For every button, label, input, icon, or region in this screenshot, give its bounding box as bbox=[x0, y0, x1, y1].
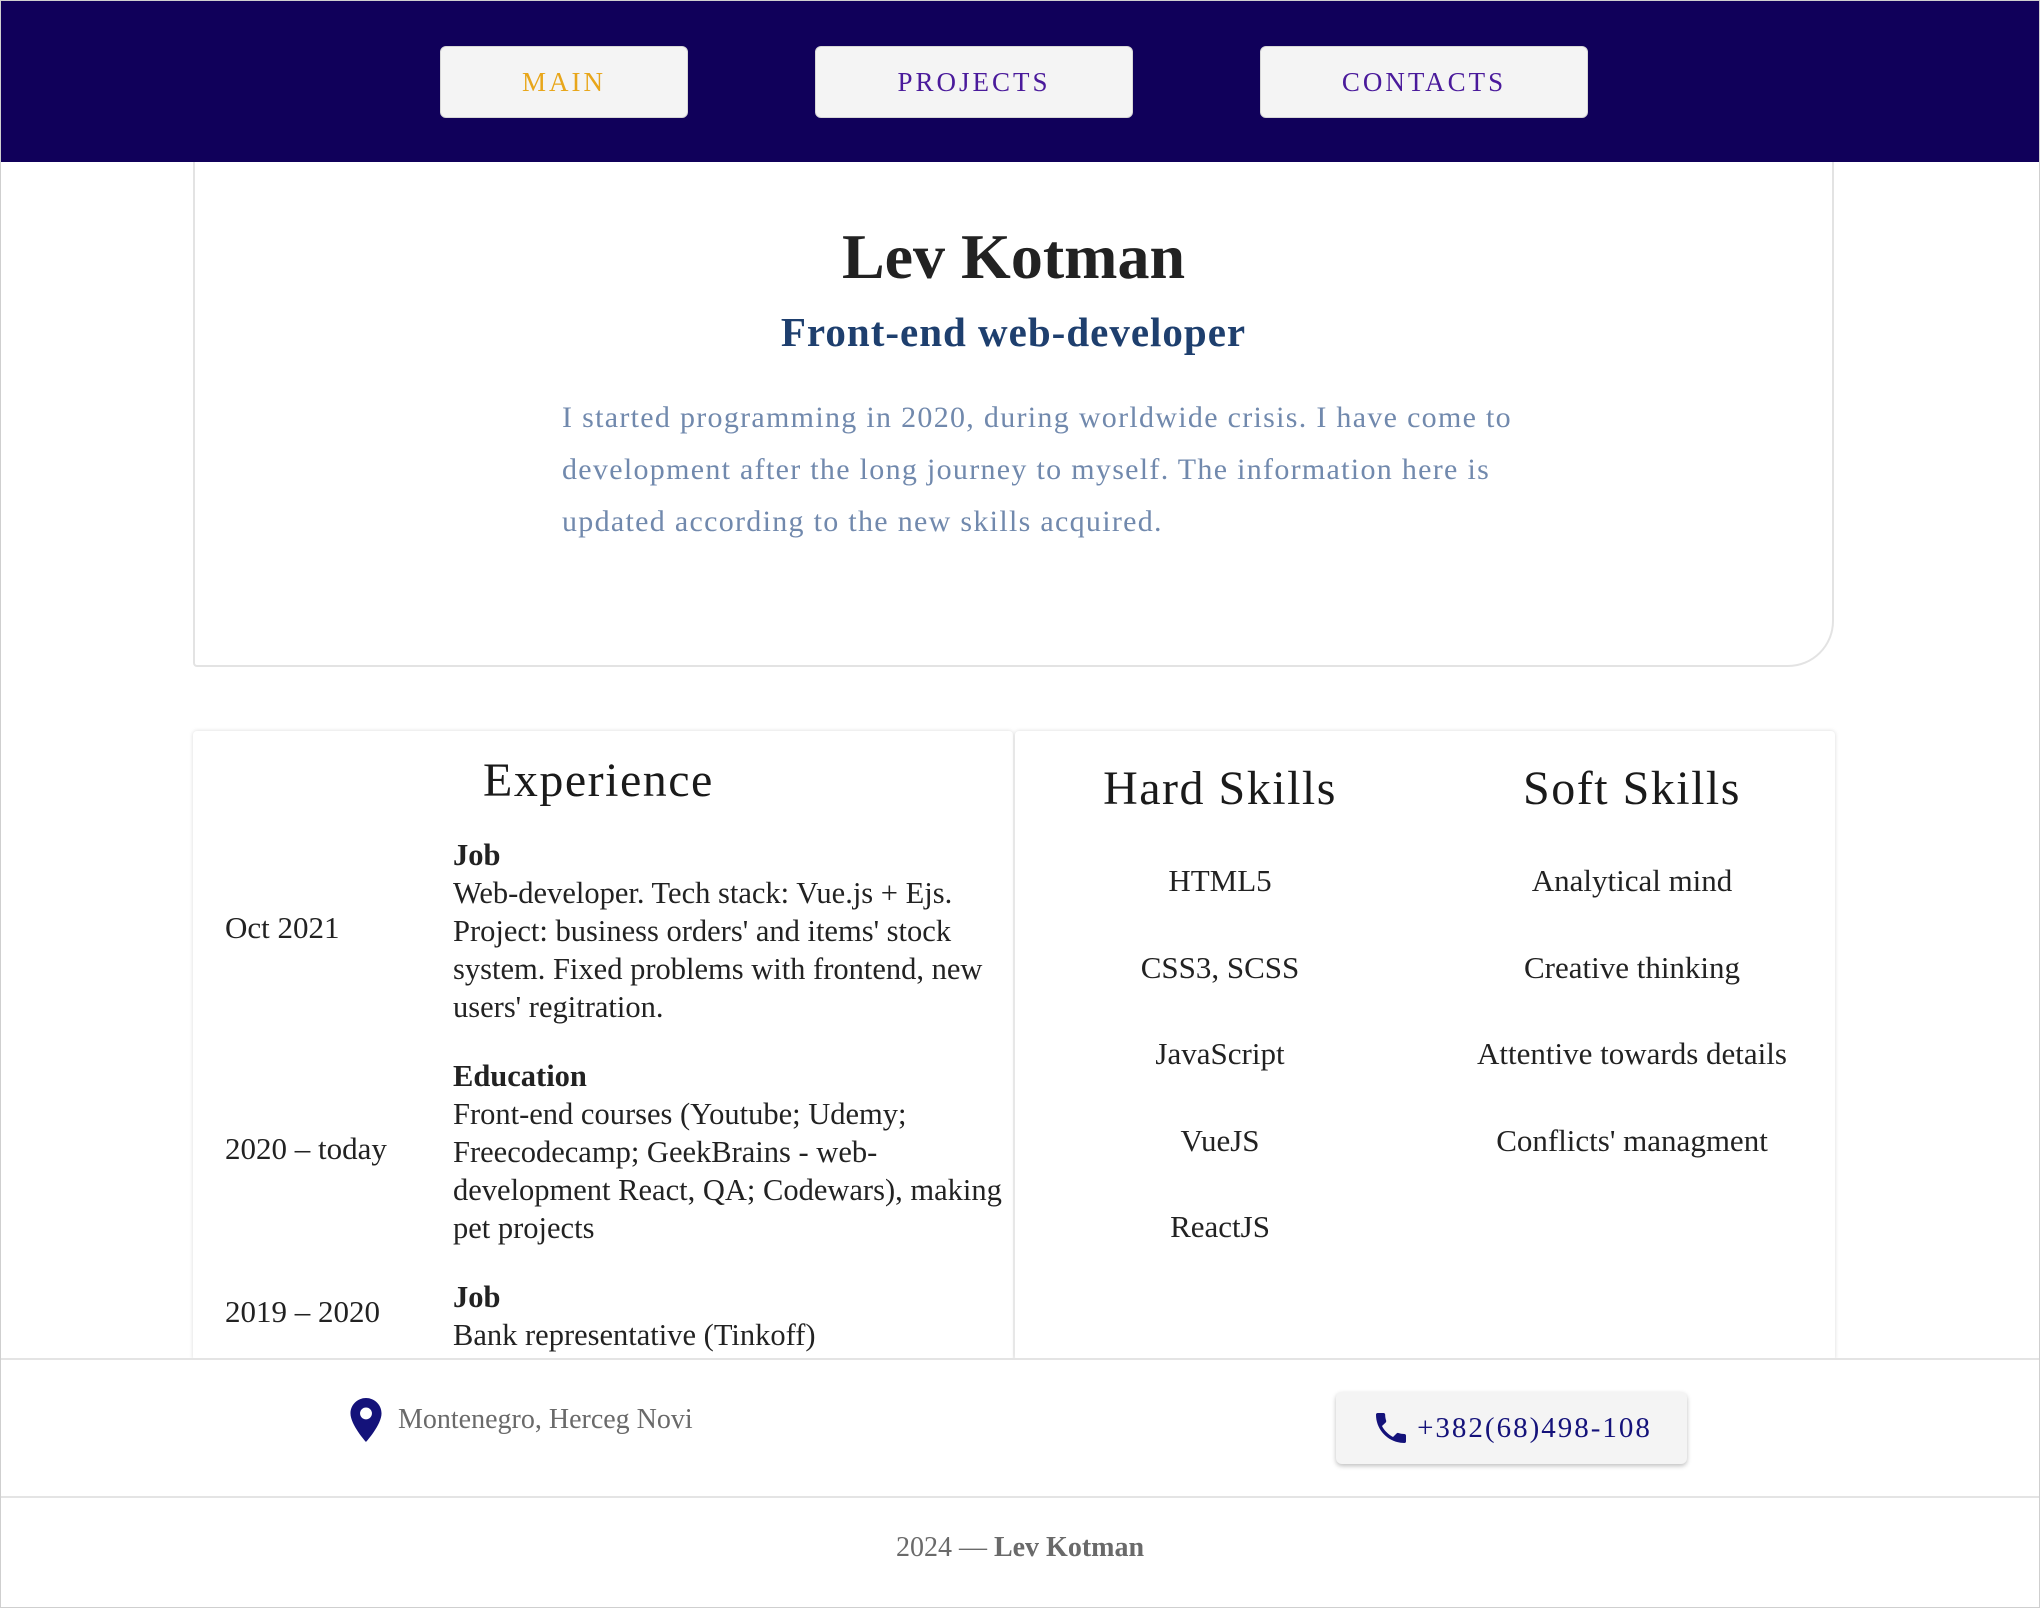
phone-icon bbox=[1376, 1413, 1407, 1443]
experience-body: Job Bank representative (Tinkoff) bbox=[453, 1278, 1013, 1354]
phone-button[interactable]: +382(68)498-108 bbox=[1336, 1392, 1687, 1464]
soft-skill-item: Attentive towards details bbox=[1477, 1036, 1787, 1071]
hard-skill-item: ReactJS bbox=[1170, 1209, 1270, 1244]
footer-separator: — bbox=[958, 1532, 987, 1563]
soft-skill-item: Analytical mind bbox=[1531, 863, 1733, 898]
experience-date: 2020 – today bbox=[225, 1131, 387, 1166]
footer: 2024 — Lev Kotman bbox=[0, 1496, 2040, 1608]
experience-date: 2019 – 2020 bbox=[225, 1294, 380, 1329]
hero-card: Lev Kotman Front-end web-developer I sta… bbox=[193, 162, 1834, 667]
experience-card: Experience Oct 2021 Job Web-developer. T… bbox=[193, 731, 1013, 1361]
hero-bio: I started programming in 2020, during wo… bbox=[562, 401, 1512, 538]
skills-card: Hard Skills HTML5 CSS3, SCSS JavaScript … bbox=[1015, 731, 1835, 1361]
experience-date: Oct 2021 bbox=[225, 910, 340, 945]
experience-description: Web-developer. Tech stack: Vue.js + Ejs.… bbox=[453, 876, 983, 1024]
location-text: Montenegro, Herceg Novi bbox=[398, 1404, 693, 1435]
experience-body: Education Front-end courses (Youtube; Ud… bbox=[453, 1057, 1013, 1247]
experience-description: Bank representative (Tinkoff) bbox=[453, 1318, 816, 1352]
footer-year: 2024 bbox=[895, 1532, 952, 1563]
experience-kind: Education bbox=[453, 1059, 587, 1093]
experience-title: Experience bbox=[483, 754, 714, 807]
phone-number: +382(68)498-108 bbox=[1417, 1411, 1652, 1444]
contact-bar: Montenegro, Herceg Novi +382(68)498-108 bbox=[0, 1358, 2040, 1496]
experience-entry: 2020 – today Education Front-end courses… bbox=[225, 1057, 1002, 1257]
nav-contacts-button[interactable]: CONTACTS bbox=[1260, 46, 1588, 118]
location: Montenegro, Herceg Novi bbox=[350, 1398, 693, 1442]
experience-description: Front-end courses (Youtube; Udemy; Freec… bbox=[453, 1097, 1002, 1245]
soft-skill-item: Conflicts' managment bbox=[1496, 1122, 1768, 1158]
hard-skill-item: HTML5 bbox=[1168, 863, 1272, 898]
soft-skills-list: Analytical mind Creative thinking Attent… bbox=[1427, 863, 1835, 1209]
hero-role: Front-end web-developer bbox=[780, 309, 1247, 355]
nav-projects-button[interactable]: PROJECTS bbox=[815, 46, 1133, 118]
hero-name: Lev Kotman bbox=[841, 221, 1186, 292]
experience-entry: Oct 2021 Job Web-developer. Tech stack: … bbox=[225, 836, 995, 1036]
map-pin-icon bbox=[350, 1398, 382, 1442]
experience-entry: 2019 – 2020 Job Bank representative (Tin… bbox=[225, 1278, 995, 1361]
hard-skills-title: Hard Skills bbox=[1103, 762, 1337, 815]
hard-skill-item: JavaScript bbox=[1155, 1036, 1285, 1071]
soft-skills-title: Soft Skills bbox=[1523, 762, 1741, 815]
experience-kind: Job bbox=[453, 838, 501, 872]
top-navigation: MAIN PROJECTS CONTACTS bbox=[0, 0, 2040, 162]
nav-main-button[interactable]: MAIN bbox=[440, 46, 688, 118]
soft-skill-item: Creative thinking bbox=[1523, 949, 1741, 985]
hard-skill-item: VueJS bbox=[1180, 1122, 1260, 1158]
experience-body: Job Web-developer. Tech stack: Vue.js + … bbox=[453, 836, 1013, 1026]
footer-owner: Lev Kotman bbox=[993, 1532, 1145, 1563]
hard-skills-list: HTML5 CSS3, SCSS JavaScript VueJS ReactJ… bbox=[1015, 863, 1425, 1296]
hard-skill-item: CSS3, SCSS bbox=[1140, 949, 1300, 985]
experience-kind: Job bbox=[453, 1280, 501, 1314]
